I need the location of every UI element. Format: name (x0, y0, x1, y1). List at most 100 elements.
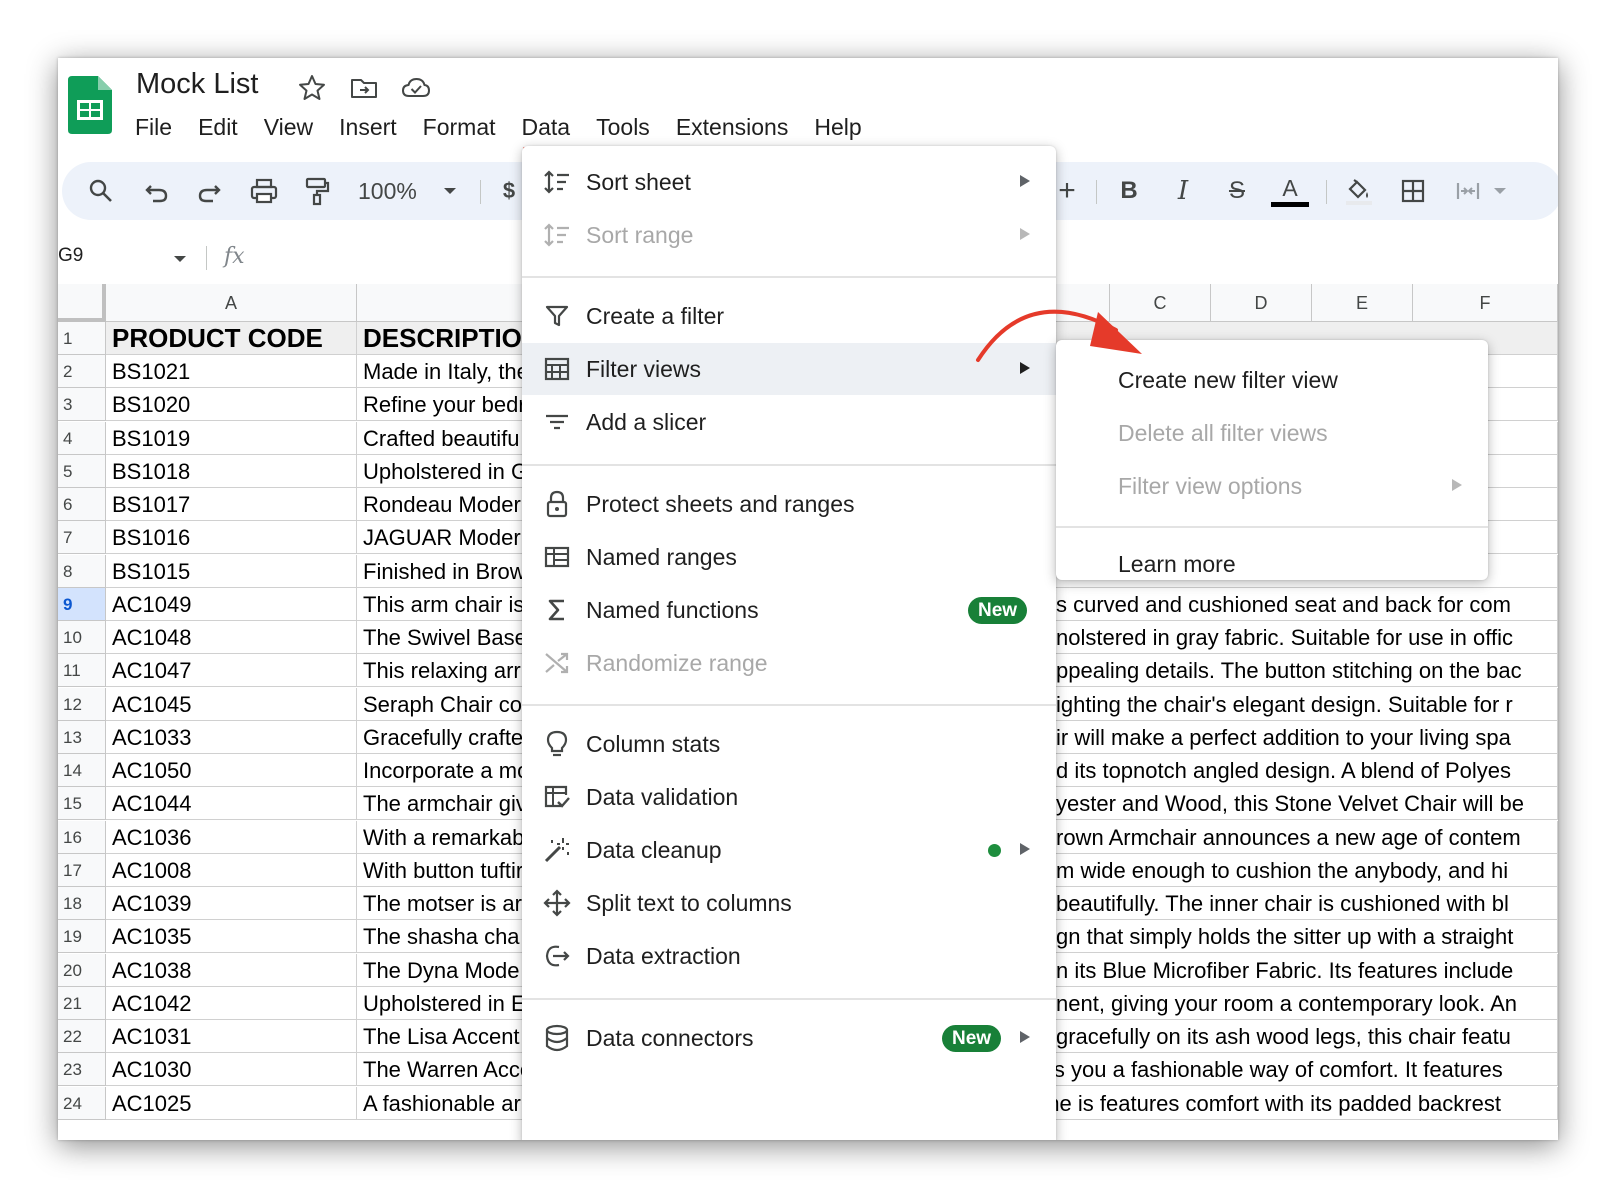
document-title[interactable]: Mock List (136, 68, 258, 101)
row-number[interactable]: 13 (58, 720, 106, 754)
menu-item-data-connectors[interactable]: Data connectors New (522, 1012, 1056, 1064)
product-code-cell[interactable]: BS1016 (106, 521, 357, 555)
submenu-item-delete-filter-views[interactable]: Delete all filter views (1056, 407, 1488, 459)
menu-item-protect-sheets[interactable]: Protect sheets and ranges (522, 478, 1056, 530)
menu-item-sort-range[interactable]: Sort range (522, 209, 1056, 261)
product-code-cell[interactable]: AC1033 (106, 720, 357, 754)
name-box-dropdown-icon[interactable] (172, 254, 188, 264)
submenu-item-learn-more[interactable]: Learn more (1056, 538, 1488, 590)
row-number[interactable]: 5 (58, 454, 106, 488)
row-number[interactable]: 17 (58, 853, 106, 887)
zoom-select[interactable]: 100% (358, 172, 422, 210)
menu-tools[interactable]: Tools (583, 110, 663, 144)
product-code-cell[interactable]: AC1031 (106, 1020, 357, 1053)
sheets-logo-icon[interactable] (68, 76, 112, 134)
row-number[interactable]: 10 (58, 621, 106, 654)
menu-view[interactable]: View (251, 110, 326, 144)
column-header-e[interactable]: E (1312, 284, 1413, 322)
row-number[interactable]: 11 (58, 654, 106, 688)
menu-item-column-stats[interactable]: Column stats (522, 718, 1056, 770)
row-number[interactable]: 15 (58, 787, 106, 821)
italic-button[interactable]: I (1166, 172, 1200, 210)
menu-edit[interactable]: Edit (185, 110, 251, 144)
product-code-cell[interactable]: AC1025 (106, 1086, 357, 1120)
product-code-cell[interactable]: BS1020 (106, 388, 357, 422)
menu-extensions[interactable]: Extensions (663, 110, 802, 144)
row-number[interactable]: 23 (58, 1053, 106, 1087)
menu-item-sort-sheet[interactable]: Sort sheet (522, 156, 1056, 208)
row-number[interactable]: 16 (58, 820, 106, 854)
fill-color-icon[interactable] (1338, 172, 1378, 210)
column-header-a[interactable]: A (106, 284, 357, 322)
column-header-d[interactable]: D (1211, 284, 1312, 322)
paint-format-icon[interactable] (298, 172, 336, 210)
text-color-button[interactable]: A (1270, 172, 1310, 210)
product-code-cell[interactable]: AC1050 (106, 754, 357, 787)
submenu-item-filter-view-options[interactable]: Filter view options (1056, 460, 1488, 512)
product-code-cell[interactable]: AC1045 (106, 687, 357, 721)
product-code-cell[interactable]: BS1018 (106, 454, 357, 488)
product-code-cell[interactable]: AC1047 (106, 654, 357, 688)
menu-insert[interactable]: Insert (326, 110, 410, 144)
row-number[interactable]: 18 (58, 887, 106, 920)
menu-item-add-slicer[interactable]: Add a slicer (522, 396, 1056, 448)
column-header-f[interactable]: F (1413, 284, 1558, 322)
cloud-status-icon[interactable] (400, 72, 432, 104)
row-number[interactable]: 6 (58, 488, 106, 521)
increase-font-button[interactable]: + (1052, 172, 1082, 210)
product-code-cell[interactable]: AC1036 (106, 820, 357, 854)
product-code-cell[interactable]: AC1038 (106, 953, 357, 987)
row-number[interactable]: 24 (58, 1086, 106, 1120)
print-icon[interactable] (244, 172, 284, 210)
redo-icon[interactable] (190, 172, 228, 210)
product-code-cell[interactable]: AC1030 (106, 1053, 357, 1087)
row-number[interactable]: 4 (58, 421, 106, 455)
menu-item-data-extraction[interactable]: Data extraction (522, 930, 1056, 982)
menu-item-named-functions[interactable]: Named functions New (522, 584, 1056, 636)
star-icon[interactable] (296, 72, 328, 104)
row-number[interactable]: 21 (58, 986, 106, 1020)
menu-format[interactable]: Format (410, 110, 509, 144)
menu-data[interactable]: Data (509, 110, 584, 150)
menu-item-data-cleanup[interactable]: Data cleanup (522, 824, 1056, 876)
row-number[interactable]: 14 (58, 754, 106, 787)
currency-format-button[interactable]: $ (498, 172, 520, 210)
menu-item-randomize-range[interactable]: Randomize range (522, 637, 1056, 689)
row-number[interactable]: 9 (58, 587, 106, 621)
row-number[interactable]: 19 (58, 920, 106, 954)
row-number[interactable]: 7 (58, 521, 106, 555)
borders-icon[interactable] (1394, 172, 1432, 210)
undo-icon[interactable] (138, 172, 176, 210)
menu-item-named-ranges[interactable]: Named ranges (522, 531, 1056, 583)
product-code-cell[interactable]: AC1049 (106, 587, 357, 621)
row-number[interactable]: 8 (58, 554, 106, 588)
bold-button[interactable]: B (1112, 172, 1146, 210)
row-number[interactable]: 1 (58, 322, 106, 355)
product-code-cell[interactable]: BS1021 (106, 355, 357, 388)
select-all-corner[interactable] (58, 284, 106, 322)
merge-dropdown-icon[interactable] (1490, 172, 1510, 210)
product-code-cell[interactable]: AC1039 (106, 887, 357, 920)
row-number[interactable]: 22 (58, 1020, 106, 1053)
product-code-cell[interactable]: AC1044 (106, 787, 357, 821)
product-code-cell[interactable]: AC1008 (106, 853, 357, 887)
product-code-cell[interactable]: BS1019 (106, 421, 357, 455)
move-folder-icon[interactable] (348, 72, 380, 104)
strikethrough-button[interactable]: S (1220, 172, 1254, 210)
header-cell-product-code[interactable]: PRODUCT CODE (106, 322, 357, 355)
row-number[interactable]: 3 (58, 388, 106, 422)
menu-item-data-validation[interactable]: Data validation (522, 771, 1056, 823)
row-number[interactable]: 12 (58, 687, 106, 721)
name-box[interactable]: G9 (58, 238, 188, 274)
product-code-cell[interactable]: AC1035 (106, 920, 357, 954)
product-code-cell[interactable]: AC1048 (106, 621, 357, 654)
merge-cells-icon[interactable] (1450, 172, 1486, 210)
product-code-cell[interactable]: BS1017 (106, 488, 357, 521)
menu-item-split-text[interactable]: Split text to columns (522, 877, 1056, 929)
product-code-cell[interactable]: BS1015 (106, 554, 357, 588)
menu-file[interactable]: File (122, 110, 185, 144)
search-icon[interactable] (82, 172, 120, 210)
row-number[interactable]: 20 (58, 953, 106, 987)
product-code-cell[interactable]: AC1042 (106, 986, 357, 1020)
zoom-dropdown-icon[interactable] (438, 172, 462, 210)
